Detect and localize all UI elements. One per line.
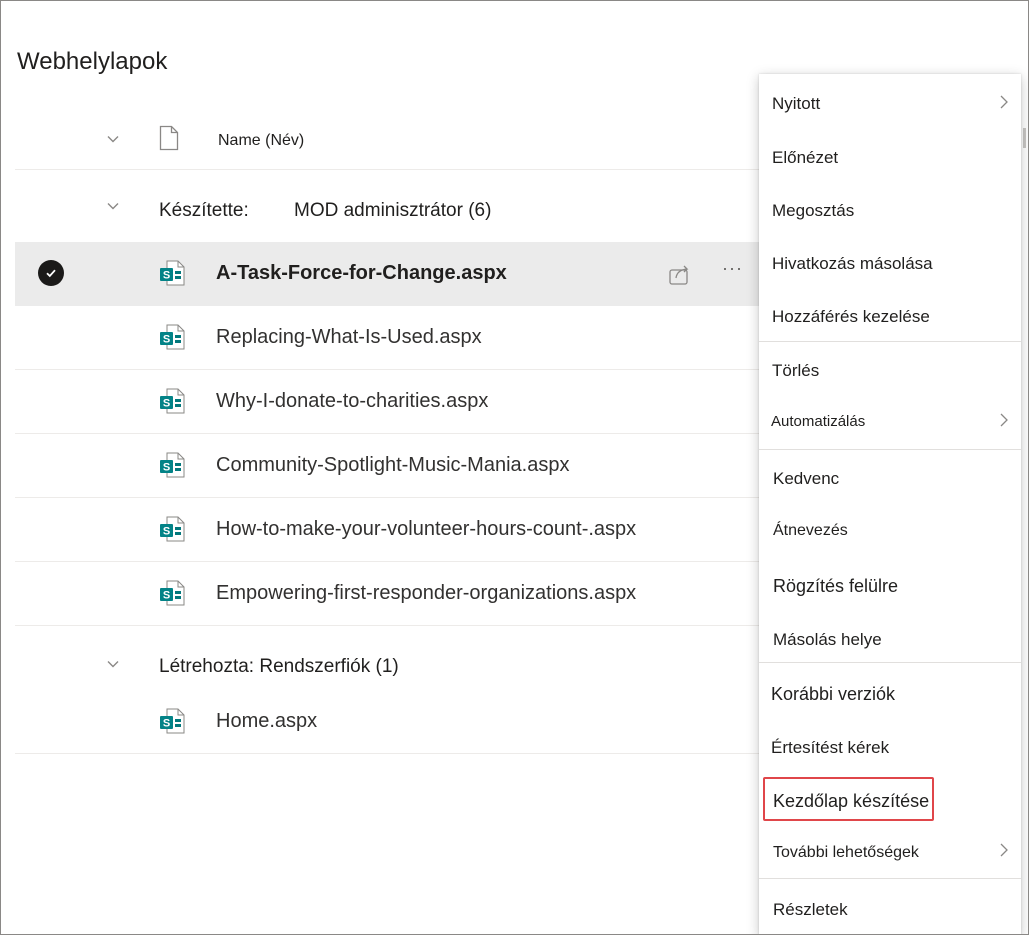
sharepoint-page-icon: S [158, 259, 186, 292]
group-label: Készítette: [159, 200, 249, 221]
file-name-link[interactable]: A-Task-Force-for-Change.aspx [216, 262, 507, 285]
group-value: MOD adminisztrátor (6) [294, 200, 492, 221]
checkmark-icon[interactable] [38, 260, 64, 286]
column-header-name[interactable]: Name (Név) [218, 132, 304, 150]
file-name-link[interactable]: Replacing-What-Is-Used.aspx [216, 326, 482, 349]
file-type-icon[interactable] [159, 125, 179, 156]
sharepoint-page-icon: S [158, 707, 186, 740]
svg-text:S: S [163, 462, 170, 474]
menu-divider [759, 449, 1021, 450]
chevron-right-icon [999, 94, 1009, 115]
highlight-box [763, 777, 934, 821]
menu-item-more[interactable]: További lehetőségek [759, 842, 1021, 868]
chevron-down-icon[interactable] [105, 198, 121, 219]
chevron-down-icon[interactable] [105, 656, 121, 677]
svg-text:S: S [163, 270, 170, 282]
sharepoint-page-icon: S [158, 515, 186, 548]
file-name-link[interactable]: Why-I-donate-to-charities.aspx [216, 390, 488, 413]
file-name-link[interactable]: How-to-make-your-volunteer-hours-count-.… [216, 518, 636, 541]
chevron-right-icon [999, 412, 1009, 432]
sharepoint-page-icon: S [158, 579, 186, 612]
svg-text:S: S [163, 590, 170, 602]
file-name-link[interactable]: Home.aspx [216, 710, 317, 733]
sharepoint-page-icon: S [158, 387, 186, 420]
share-icon[interactable] [667, 261, 693, 292]
menu-item-open[interactable]: Nyitott [759, 94, 1021, 118]
app-window: Webhelylapok Name (Név) Készítette: MOD … [0, 0, 1029, 935]
chevron-down-icon[interactable] [105, 131, 121, 152]
sharepoint-page-icon: S [158, 451, 186, 484]
svg-text:S: S [163, 526, 170, 538]
group-label: Létrehozta: Rendszerfiók (1) [159, 656, 399, 677]
menu-divider [759, 662, 1021, 663]
file-name-link[interactable]: Empowering-first-responder-organizations… [216, 582, 636, 605]
chevron-right-icon [999, 842, 1009, 863]
svg-text:S: S [163, 718, 170, 730]
menu-divider [759, 878, 1021, 879]
menu-divider [759, 341, 1021, 342]
sharepoint-page-icon: S [158, 323, 186, 356]
page-title: Webhelylapok [17, 48, 168, 75]
menu-item-automate[interactable]: Automatizálás [759, 413, 1021, 437]
svg-text:S: S [163, 334, 170, 346]
scroll-indicator [1023, 128, 1026, 148]
more-options-icon[interactable]: ··· [722, 258, 743, 279]
file-name-link[interactable]: Community-Spotlight-Music-Mania.aspx [216, 454, 569, 477]
svg-text:S: S [163, 398, 170, 410]
